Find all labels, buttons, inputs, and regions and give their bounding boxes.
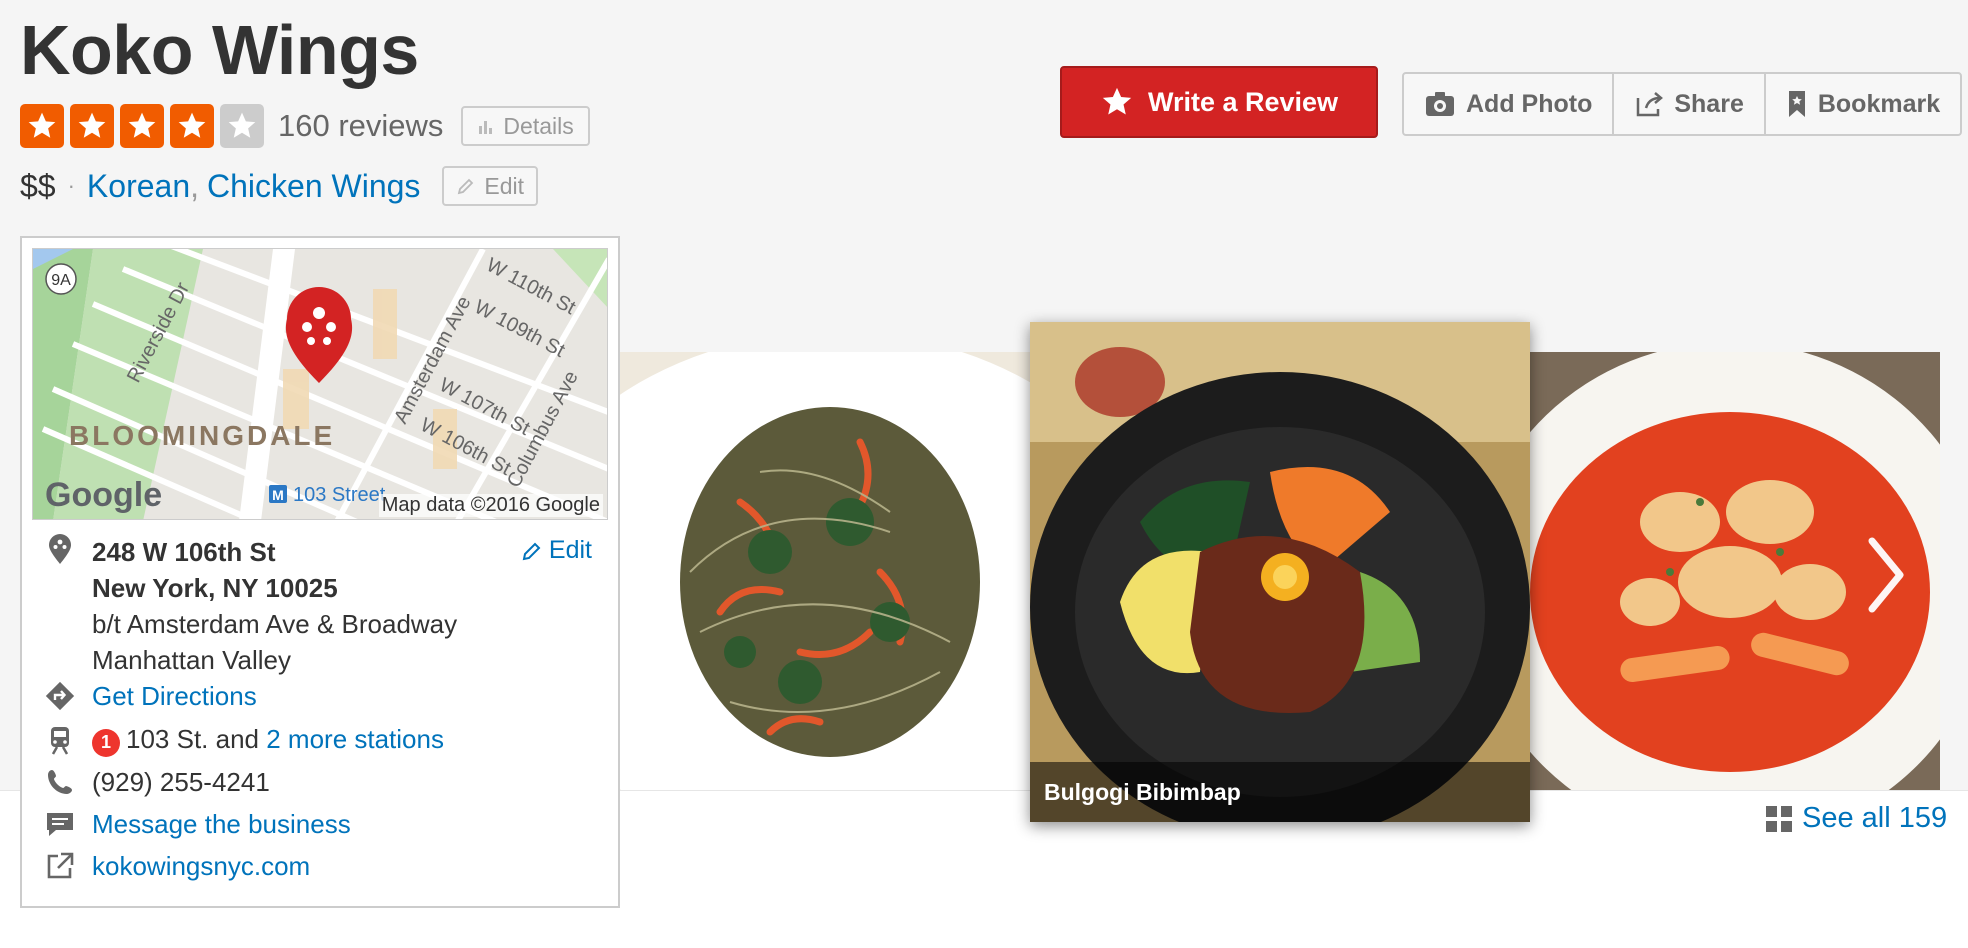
edit-label: Edit bbox=[484, 172, 525, 199]
neighborhood: Manhattan Valley bbox=[92, 645, 291, 675]
neighborhood-map-label: BLOOMINGDALE bbox=[69, 420, 335, 451]
transit-row: 1 103 St. and 2 more stations bbox=[44, 724, 444, 757]
message-icon bbox=[47, 813, 73, 836]
map[interactable]: 9A Riverside Dr Amsterdam Ave W 110th St… bbox=[32, 248, 608, 520]
camera-icon bbox=[1426, 92, 1454, 116]
more-stations-link[interactable]: 2 more stations bbox=[266, 724, 444, 754]
review-count[interactable]: 160 reviews bbox=[278, 108, 443, 144]
see-all-photos-link[interactable]: See all 159 bbox=[1766, 802, 1947, 835]
message-business-link[interactable]: Message the business bbox=[92, 809, 351, 840]
star-icon bbox=[170, 104, 214, 148]
address-block: 248 W 106th St New York, NY 10025 b/t Am… bbox=[44, 534, 457, 678]
directions-icon bbox=[45, 681, 75, 711]
external-link-icon bbox=[47, 852, 74, 879]
route-shield: 9A bbox=[51, 272, 71, 289]
grid-icon bbox=[1766, 805, 1792, 832]
star-icon bbox=[70, 104, 114, 148]
google-logo: Google bbox=[45, 476, 163, 514]
address-line-2: New York, NY 10025 bbox=[92, 573, 338, 603]
phone-number[interactable]: (929) 255-4241 bbox=[92, 767, 270, 798]
bar-chart-icon bbox=[479, 121, 493, 134]
share-label: Share bbox=[1674, 89, 1744, 118]
edit-address-label: Edit bbox=[548, 536, 592, 564]
station-label: 103 Street bbox=[293, 484, 386, 506]
rating-row: 160 reviews Details bbox=[20, 104, 590, 148]
category-comma: , bbox=[190, 167, 199, 204]
action-button-group: Add Photo Share Bookmark bbox=[1402, 72, 1963, 136]
star-icon bbox=[120, 104, 164, 148]
website-link[interactable]: kokowingsnyc.com bbox=[92, 851, 310, 882]
details-button[interactable]: Details bbox=[461, 106, 590, 146]
cross-streets: b/t Amsterdam Ave & Broadway bbox=[92, 609, 458, 639]
star-icon bbox=[1102, 87, 1132, 115]
address-line-1: 248 W 106th St bbox=[92, 537, 276, 567]
phone-icon bbox=[48, 770, 72, 794]
category-row: $$ · Korean , Chicken Wings Edit bbox=[20, 166, 539, 206]
svg-text:M: M bbox=[272, 487, 284, 503]
star-empty-icon bbox=[220, 104, 264, 148]
see-all-label: See all 159 bbox=[1802, 802, 1948, 834]
add-photo-button[interactable]: Add Photo bbox=[1404, 74, 1615, 134]
message-row: Message the business bbox=[44, 808, 351, 840]
separator: · bbox=[67, 173, 75, 198]
write-review-label: Write a Review bbox=[1147, 86, 1339, 117]
bookmark-icon bbox=[1788, 91, 1805, 117]
pencil-icon bbox=[522, 542, 541, 560]
map-credit[interactable]: Map data ©2016 Google bbox=[378, 494, 603, 517]
bookmark-label: Bookmark bbox=[1817, 89, 1941, 118]
photo-japchae[interactable] bbox=[620, 352, 1030, 790]
share-button[interactable]: Share bbox=[1614, 74, 1766, 134]
train-icon bbox=[51, 727, 69, 755]
share-icon bbox=[1637, 92, 1664, 117]
map-marker-icon bbox=[49, 534, 71, 564]
category-link-chicken-wings[interactable]: Chicken Wings bbox=[207, 168, 420, 205]
website-row: kokowingsnyc.com bbox=[44, 850, 310, 882]
star-icon bbox=[20, 104, 64, 148]
get-directions-link[interactable]: Get Directions bbox=[92, 681, 257, 712]
details-label: Details bbox=[503, 112, 574, 139]
business-name: Koko Wings bbox=[20, 11, 419, 89]
next-photo-chevron-icon[interactable] bbox=[1864, 535, 1908, 615]
category-link-korean[interactable]: Korean bbox=[87, 168, 190, 205]
subway-line-badge: 1 bbox=[92, 728, 120, 757]
photo-caption-text: Bulgogi Bibimbap bbox=[1044, 778, 1241, 805]
photo-caption: Bulgogi Bibimbap bbox=[1030, 762, 1530, 822]
write-review-button[interactable]: Write a Review bbox=[1060, 66, 1378, 138]
photo-bulgogi-bibimbap[interactable]: Bulgogi Bibimbap bbox=[1030, 322, 1530, 822]
map-card: 9A Riverside Dr Amsterdam Ave W 110th St… bbox=[20, 236, 620, 908]
bookmark-button[interactable]: Bookmark bbox=[1766, 74, 1960, 134]
add-photo-label: Add Photo bbox=[1466, 89, 1593, 118]
price-range: $$ bbox=[20, 167, 56, 204]
edit-categories-button[interactable]: Edit bbox=[442, 166, 539, 206]
star-rating bbox=[20, 104, 264, 148]
pencil-icon bbox=[458, 178, 474, 195]
phone-row: (929) 255-4241 bbox=[44, 766, 270, 798]
directions-row: Get Directions bbox=[44, 680, 257, 712]
station-name: 103 St. and bbox=[126, 724, 267, 754]
edit-address-link[interactable]: Edit bbox=[521, 536, 592, 565]
